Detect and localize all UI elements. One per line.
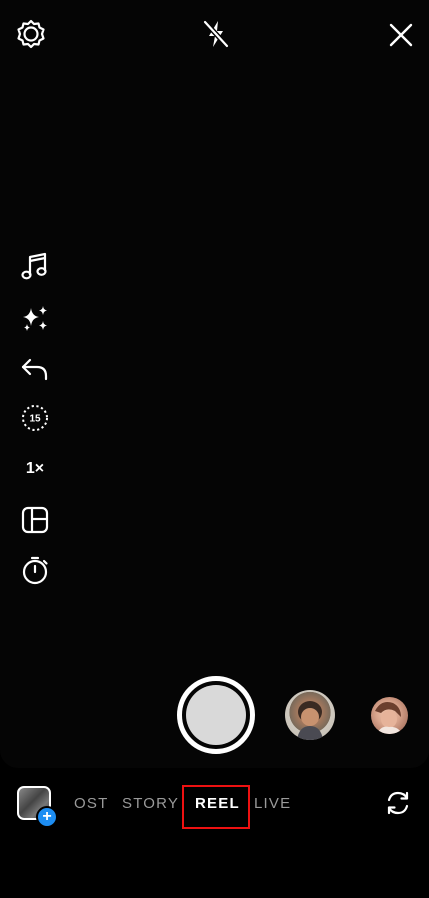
- mode-tab-post[interactable]: OST: [74, 794, 108, 814]
- length-timer-icon[interactable]: 15: [18, 401, 52, 435]
- reel-highlight-box: [182, 785, 250, 829]
- effect-thumbnail[interactable]: [285, 690, 335, 740]
- effect-thumbnail[interactable]: [371, 697, 408, 734]
- mode-tab-story[interactable]: STORY: [122, 794, 179, 814]
- length-label: 15: [29, 414, 41, 425]
- undo-icon[interactable]: [18, 352, 52, 386]
- flash-off-icon[interactable]: [201, 18, 231, 50]
- record-button-inner: [186, 685, 246, 745]
- record-button[interactable]: [177, 676, 255, 754]
- flip-camera-icon[interactable]: [384, 789, 412, 817]
- close-icon[interactable]: [388, 22, 414, 48]
- sparkles-effects-icon[interactable]: [18, 302, 52, 336]
- camera-viewfinder[interactable]: [0, 0, 429, 768]
- add-plus-icon[interactable]: +: [36, 806, 58, 828]
- music-note-icon[interactable]: [18, 249, 52, 283]
- speed-label[interactable]: 1×: [20, 458, 50, 480]
- countdown-timer-icon[interactable]: [18, 553, 52, 587]
- layout-grid-icon[interactable]: [18, 503, 52, 537]
- mode-tab-live[interactable]: LIVE: [254, 794, 291, 814]
- settings-gear-icon[interactable]: [15, 18, 47, 50]
